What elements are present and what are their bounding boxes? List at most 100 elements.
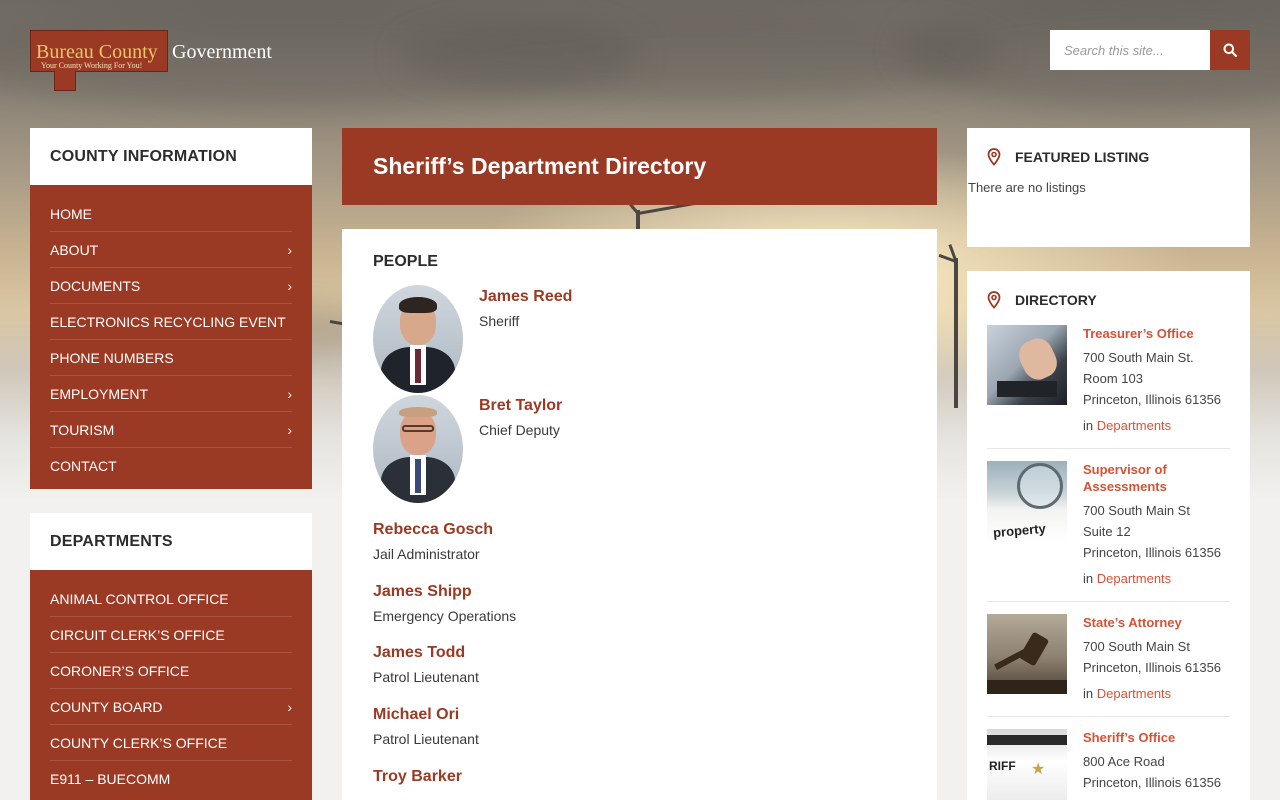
map-pin-icon xyxy=(987,291,1001,309)
directory-item: property Supervisor of Assessments 700 S… xyxy=(987,461,1230,602)
sidebar-menu-item-label: ABOUT xyxy=(50,241,99,258)
person-card: James Todd Patrol Lieutenant xyxy=(373,642,906,690)
person-name-link[interactable]: Bret Taylor xyxy=(479,395,562,417)
person-role: Emergency Operations xyxy=(373,608,517,624)
sidebar-menu-item-label: CORONER’S OFFICE xyxy=(50,662,190,679)
chevron-right-icon[interactable]: › xyxy=(287,242,292,258)
sidebar-menu-item[interactable]: PHONE NUMBERS xyxy=(50,340,292,376)
people-heading: PEOPLE xyxy=(373,253,438,270)
directory-item-link[interactable]: Sheriff’s Office xyxy=(1083,729,1221,746)
person-card: Troy Barker xyxy=(373,766,906,788)
property-thumbnail[interactable]: property xyxy=(987,461,1067,541)
person-card: Rebecca Gosch Jail Administrator xyxy=(373,519,906,567)
sidebar-menu-item[interactable]: ANIMAL CONTROL OFFICE xyxy=(50,581,292,617)
widget-title: DEPARTMENTS xyxy=(30,513,312,570)
sheriff-car-thumbnail[interactable]: RIFF ★ xyxy=(987,729,1067,800)
logo-tagline: Your County Working For You! xyxy=(41,61,143,70)
directory-item-category: in Departments xyxy=(1083,686,1172,701)
person-card: Bret Taylor Chief Deputy xyxy=(373,395,906,503)
category-link[interactable]: Departments xyxy=(1097,418,1171,433)
directory-item-address: 700 South Main St Princeton, Illinois 61… xyxy=(1083,639,1222,675)
person-name-link[interactable]: Michael Ori xyxy=(373,704,906,726)
person-role: Jail Administrator xyxy=(373,546,480,562)
sidebar-menu-item[interactable]: CIRCUIT CLERK’S OFFICE xyxy=(50,617,292,653)
directory-item-address: 700 South Main St. Room 103 Princeton, I… xyxy=(1083,350,1222,407)
person-role: Patrol Lieutenant xyxy=(373,669,479,685)
sidebar-menu-item[interactable]: EMPLOYMENT › xyxy=(50,376,292,412)
chevron-right-icon[interactable]: › xyxy=(287,422,292,438)
sidebar-menu-item-label: PHONE NUMBERS xyxy=(50,349,174,366)
sidebar-menu-item[interactable]: CORONER’S OFFICE xyxy=(50,653,292,689)
sidebar-menu-item[interactable]: DOCUMENTS › xyxy=(50,268,292,304)
logo-badge-tab xyxy=(54,71,76,91)
sidebar-menu-item[interactable]: CONTACT xyxy=(50,448,292,484)
category-link[interactable]: Departments xyxy=(1097,571,1171,586)
avatar xyxy=(373,395,463,503)
page-title: Sheriff’s Department Directory xyxy=(342,128,937,205)
directory-item-link[interactable]: Treasurer’s Office xyxy=(1083,325,1221,342)
chevron-right-icon[interactable]: › xyxy=(287,278,292,294)
person-name-link[interactable]: Troy Barker xyxy=(373,766,906,788)
person-name-link[interactable]: James Todd xyxy=(373,642,906,664)
sidebar-menu-item[interactable]: HOME xyxy=(50,196,292,232)
sidebar-menu-item-label: DOCUMENTS xyxy=(50,277,141,294)
directory-item: Treasurer’s Office 700 South Main St. Ro… xyxy=(987,325,1230,449)
people-directory-card: PEOPLE James Reed Sheriff Bret Taylor Ch… xyxy=(342,229,937,800)
search-button[interactable] xyxy=(1210,30,1250,70)
sidebar-menu-item-label: COUNTY BOARD xyxy=(50,698,163,715)
sidebar-menu-item-label: ELECTRONICS RECYCLING EVENT xyxy=(50,313,286,330)
empty-listings-text: There are no listings xyxy=(968,180,1086,195)
directory-item: State’s Attorney 700 South Main St Princ… xyxy=(987,614,1230,717)
county-information-widget: COUNTY INFORMATION HOME ABOUT › DOCUMENTS › E… xyxy=(30,128,312,489)
site-logo[interactable]: Bureau County Government Your County Wor… xyxy=(30,30,290,92)
logo-text-secondary: Government xyxy=(172,41,272,63)
directory-item-address: 700 South Main St Suite 12 Princeton, Il… xyxy=(1083,503,1222,560)
sidebar-menu-item[interactable]: ABOUT › xyxy=(50,232,292,268)
chevron-right-icon[interactable]: › xyxy=(287,386,292,402)
sidebar-menu-item-label: E911 – BUECOMM xyxy=(50,771,171,787)
person-card: James Reed Sheriff xyxy=(373,285,906,393)
sidebar-menu-item[interactable]: TOURISM › xyxy=(50,412,292,448)
directory-item-link[interactable]: State’s Attorney xyxy=(1083,614,1221,631)
county-information-menu: HOME ABOUT › DOCUMENTS › ELECTRONICS RECYCLIN… xyxy=(30,185,312,489)
sidebar-menu-item[interactable]: ELECTRONICS RECYCLING EVENT xyxy=(50,304,292,340)
person-role: Chief Deputy xyxy=(479,422,560,438)
person-name-link[interactable]: James Shipp xyxy=(373,581,906,603)
directory-item-link[interactable]: Supervisor of Assessments xyxy=(1083,461,1230,495)
widget-title: FEATURED LISTING xyxy=(1015,149,1150,165)
featured-listing-widget: FEATURED LISTING There are no listings xyxy=(967,128,1250,247)
avatar xyxy=(373,285,463,393)
sidebar-menu-item-label: CIRCUIT CLERK’S OFFICE xyxy=(50,626,225,643)
departments-widget: DEPARTMENTS ANIMAL CONTROL OFFICE CIRCUIT… xyxy=(30,513,312,800)
widget-title: DIRECTORY xyxy=(1015,292,1097,308)
sidebar-menu-item[interactable]: COUNTY CLERK’S OFFICE xyxy=(50,725,292,761)
search-input[interactable] xyxy=(1050,30,1210,70)
person-card: James Shipp Emergency Operations xyxy=(373,581,906,629)
person-card: Michael Ori Patrol Lieutenant xyxy=(373,704,906,752)
sidebar-menu-item-label: EMPLOYMENT xyxy=(50,385,149,402)
person-role: Sheriff xyxy=(479,313,520,329)
site-search xyxy=(1050,30,1250,70)
calculator-thumbnail[interactable] xyxy=(987,325,1067,405)
chevron-right-icon[interactable]: › xyxy=(287,699,292,715)
sidebar-menu-item-label: ANIMAL CONTROL OFFICE xyxy=(50,590,229,607)
search-icon xyxy=(1223,43,1237,57)
category-link[interactable]: Departments xyxy=(1097,686,1171,701)
gavel-thumbnail[interactable] xyxy=(987,614,1067,694)
sidebar-menu-item-label: TOURISM xyxy=(50,421,115,438)
directory-item-address: 800 Ace Road Princeton, Illinois 61356 xyxy=(1083,754,1222,790)
person-name-link[interactable]: Rebecca Gosch xyxy=(373,519,906,541)
sidebar-menu-item[interactable]: COUNTY BOARD › xyxy=(50,689,292,725)
sidebar-menu-item-label: COUNTY CLERK’S OFFICE xyxy=(50,734,228,751)
sidebar-menu-item[interactable]: E911 – BUECOMM xyxy=(50,761,292,797)
directory-item: RIFF ★ Sheriff’s Office 800 Ace Road Pri… xyxy=(987,729,1230,800)
sidebar-menu-item-label: CONTACT xyxy=(50,458,117,474)
person-role: Patrol Lieutenant xyxy=(373,731,479,747)
sidebar-menu-item-label: HOME xyxy=(50,205,92,222)
directory-widget: DIRECTORY Treasurer’s Office 700 South M… xyxy=(967,271,1250,800)
directory-item-category: in Departments xyxy=(1083,418,1172,433)
person-name-link[interactable]: James Reed xyxy=(479,286,572,308)
map-pin-icon xyxy=(987,148,1001,166)
widget-title: COUNTY INFORMATION xyxy=(30,128,312,185)
departments-menu: ANIMAL CONTROL OFFICE CIRCUIT CLERK’S OFF… xyxy=(30,570,312,800)
